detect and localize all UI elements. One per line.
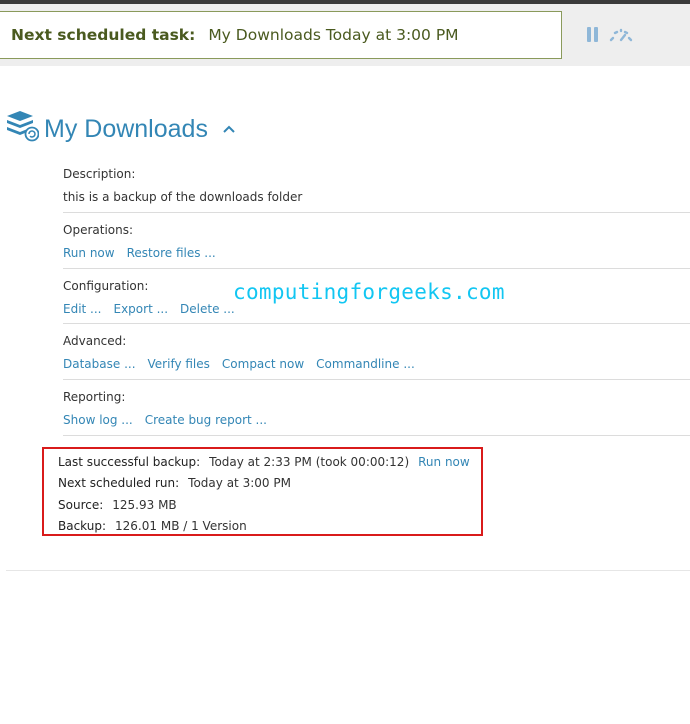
backup-size-label: Backup: (58, 519, 107, 533)
description-text: this is a backup of the downloads folder (63, 190, 303, 204)
source-row: Source: 125.93 MB (58, 498, 177, 512)
last-backup-label: Last successful backup: (58, 455, 201, 469)
backup-title[interactable]: My Downloads (44, 115, 208, 144)
commandline-link[interactable]: Commandline ... (316, 357, 415, 371)
database-link[interactable]: Database ... (63, 357, 136, 371)
reporting-section: Reporting: Show log ... Create bug repor… (63, 390, 690, 427)
edit-link[interactable]: Edit ... (63, 302, 102, 316)
watermark-text: computingforgeeks.com (233, 280, 505, 304)
description-label: Description: (63, 167, 136, 181)
backup-size-value: 126.01 MB / 1 Version (115, 519, 247, 533)
divider (63, 323, 690, 324)
next-task-label: Next scheduled task: (11, 26, 196, 44)
divider (63, 435, 690, 436)
description-section: Description: this is a backup of the dow… (63, 167, 690, 204)
operations-label: Operations: (63, 223, 134, 237)
operations-section: Operations: Run now Restore files ... (63, 223, 690, 260)
run-now-link[interactable]: Run now (63, 246, 115, 260)
status-run-now-link[interactable]: Run now (418, 455, 470, 469)
source-label: Source: (58, 498, 104, 512)
backup-status-box: Last successful backup: Today at 2:33 PM… (42, 447, 483, 536)
export-link[interactable]: Export ... (114, 302, 169, 316)
pause-icon[interactable] (587, 27, 599, 42)
source-value: 125.93 MB (112, 498, 177, 512)
divider (63, 379, 690, 380)
reporting-label: Reporting: (63, 390, 126, 404)
next-run-value: Today at 3:00 PM (188, 476, 291, 490)
last-backup-row: Last successful backup: Today at 2:33 PM… (58, 455, 470, 469)
delete-link[interactable]: Delete ... (180, 302, 235, 316)
last-backup-value: Today at 2:33 PM (took 00:00:12) (209, 455, 410, 469)
create-bug-report-link[interactable]: Create bug report ... (145, 413, 267, 427)
divider (63, 268, 690, 269)
next-task-banner: Next scheduled task: My Downloads Today … (0, 11, 562, 59)
compact-now-link[interactable]: Compact now (222, 357, 304, 371)
next-task-value: My Downloads Today at 3:00 PM (208, 26, 459, 44)
backup-size-row: Backup: 126.01 MB / 1 Version (58, 519, 247, 533)
advanced-label: Advanced: (63, 334, 127, 348)
top-border (0, 0, 690, 4)
divider (6, 570, 690, 571)
chevron-up-icon[interactable] (222, 124, 236, 134)
restore-files-link[interactable]: Restore files ... (127, 246, 216, 260)
database-backup-icon (7, 111, 39, 142)
next-run-row: Next scheduled run: Today at 3:00 PM (58, 476, 291, 490)
verify-files-link[interactable]: Verify files (148, 357, 210, 371)
next-run-label: Next scheduled run: (58, 476, 180, 490)
divider (63, 212, 690, 213)
show-log-link[interactable]: Show log ... (63, 413, 133, 427)
throttle-icon[interactable] (608, 27, 634, 43)
advanced-section: Advanced: Database ... Verify files Comp… (63, 334, 690, 371)
